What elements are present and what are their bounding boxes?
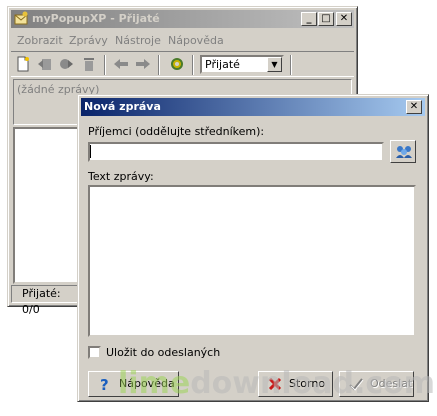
new-message-dialog: Nová zpráva ✕ Příjemci (oddělujte středn…	[77, 94, 429, 402]
previous-icon[interactable]	[113, 56, 129, 72]
app-icon	[14, 11, 29, 26]
help-button-label: Nápověda	[119, 377, 175, 390]
save-sent-checkbox[interactable]	[88, 346, 101, 359]
address-book-icon	[395, 143, 413, 164]
minimize-button[interactable]: _	[301, 12, 317, 26]
help-icon: ?	[97, 376, 113, 394]
help-button[interactable]: ? Nápověda	[88, 371, 179, 397]
toolbar-separator	[290, 55, 292, 75]
folder-select[interactable]: Přijaté ▼	[200, 55, 284, 74]
address-book-button[interactable]	[390, 140, 416, 163]
toolbar-separator	[192, 55, 194, 75]
close-main-button[interactable]: ✕	[336, 12, 352, 26]
cancel-button[interactable]: Storno	[258, 371, 333, 397]
next-icon[interactable]	[135, 56, 151, 72]
status-bar: Přijaté: 0/0	[11, 285, 79, 316]
forward-icon[interactable]	[58, 56, 74, 72]
menu-napoveda[interactable]: Nápověda	[168, 34, 224, 47]
settings-icon[interactable]	[169, 56, 185, 72]
folder-select-value: Přijaté	[205, 58, 240, 71]
recipients-input[interactable]	[88, 142, 384, 162]
svg-text:?: ?	[100, 376, 109, 392]
menu-zpravy[interactable]: Zprávy	[69, 34, 108, 47]
send-button-label: Odeslat	[370, 377, 413, 390]
message-list[interactable]	[13, 127, 80, 284]
save-sent-label[interactable]: Uložit do odeslaných	[106, 346, 220, 359]
close-icon[interactable]: ✕	[406, 100, 422, 114]
send-button[interactable]: Odeslat	[339, 371, 414, 397]
message-text-area[interactable]	[88, 185, 416, 337]
text-caret	[90, 145, 91, 158]
menu-nastroje[interactable]: Nástroje	[115, 34, 161, 47]
main-window-title: myPopupXP - Přijaté	[32, 12, 160, 25]
menu-zobrazit[interactable]: Zobrazit	[17, 34, 63, 47]
toolbar: Přijaté ▼	[11, 51, 354, 77]
new-message-icon[interactable]	[15, 56, 31, 72]
delete-icon[interactable]	[81, 56, 97, 72]
recipients-label: Příjemci (oddělujte středníkem):	[88, 125, 265, 138]
reply-icon[interactable]	[37, 56, 53, 72]
status-text: Přijaté: 0/0	[22, 287, 61, 316]
send-icon	[348, 376, 364, 392]
cancel-icon	[267, 376, 283, 392]
dialog-title: Nová zpráva	[84, 100, 161, 113]
maximize-button[interactable]: □	[318, 12, 334, 26]
chevron-down-icon[interactable]: ▼	[267, 57, 282, 72]
menu-bar: Zobrazit Zprávy Nástroje Nápověda	[11, 31, 354, 50]
cancel-button-label: Storno	[289, 377, 326, 390]
toolbar-separator	[158, 55, 160, 75]
toolbar-separator	[104, 55, 106, 75]
main-title-bar[interactable]: myPopupXP - Přijaté _ □ ✕	[11, 10, 354, 28]
message-text-label: Text zprávy:	[88, 170, 154, 183]
dialog-title-bar[interactable]: Nová zpráva ✕	[81, 98, 425, 116]
